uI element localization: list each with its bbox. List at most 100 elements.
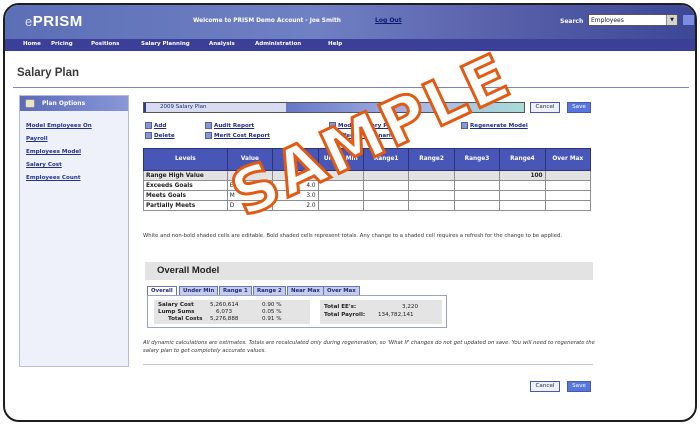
- stat-value: 5,276,888: [210, 316, 239, 322]
- col-header: Over Max: [544, 148, 592, 171]
- table-cell[interactable]: 100: [499, 170, 546, 181]
- table-cell[interactable]: [408, 200, 455, 211]
- table-cell[interactable]: [499, 200, 546, 211]
- table-cell: [544, 170, 592, 181]
- table-cell[interactable]: [362, 180, 410, 191]
- cancel-button[interactable]: Cancel: [530, 102, 560, 113]
- tab-range-2[interactable]: Range 2: [253, 286, 286, 295]
- stat-label: Total Costs: [168, 316, 203, 322]
- sidebar-item-salary-cost[interactable]: Salary Cost: [26, 162, 128, 168]
- main-nav: Home Pricing Positions Salary Planning A…: [5, 39, 695, 51]
- editing-note: White and non-bold shaded cells are edit…: [143, 233, 563, 239]
- stat-percent: 0.90 %: [262, 302, 282, 308]
- tab-range-1[interactable]: Range 1: [219, 286, 252, 295]
- table-row: Meets Goals M 3.0: [143, 190, 592, 201]
- nav-home[interactable]: Home: [23, 41, 41, 47]
- tab-under-min[interactable]: Under Min: [179, 286, 219, 295]
- nav-pricing[interactable]: Pricing: [51, 41, 73, 47]
- tab-overall[interactable]: Overall: [147, 286, 177, 295]
- nav-analysis[interactable]: Analysis: [209, 41, 235, 47]
- stat-percent: 0.91 %: [262, 316, 282, 322]
- table-cell: Range High Value: [143, 170, 228, 181]
- table-cell: Exceeds Goals: [143, 180, 228, 191]
- col-header: Levels: [143, 148, 228, 171]
- add-link[interactable]: Add: [145, 122, 166, 129]
- table-cell[interactable]: [544, 180, 592, 191]
- table-cell[interactable]: [408, 170, 455, 181]
- tab-near-max[interactable]: Near Max: [287, 286, 324, 295]
- report-icon: [205, 132, 212, 139]
- welcome-text: Welcome to PRISM Demo Account - Joe Smit…: [193, 18, 341, 24]
- nav-administration[interactable]: Administration: [255, 41, 301, 47]
- stat-value: 5,260,614: [210, 302, 239, 308]
- page-title: Salary Plan: [17, 67, 80, 79]
- table-row: Exceeds Goals E 4.0: [143, 180, 592, 191]
- table-cell[interactable]: [453, 190, 501, 201]
- total-value: 3,220: [402, 304, 419, 310]
- table-cell[interactable]: [317, 200, 364, 211]
- sidebar-header: Plan Options: [20, 96, 128, 111]
- table-cell[interactable]: [362, 190, 410, 201]
- table-cell[interactable]: [362, 200, 410, 211]
- search-label: Search: [560, 18, 584, 25]
- save-button[interactable]: Save: [567, 102, 591, 113]
- window-frame: ePRISM Welcome to PRISM Demo Account - J…: [3, 3, 697, 422]
- stat-percent: 0.05 %: [262, 309, 282, 315]
- save-button-bottom[interactable]: Save: [567, 381, 591, 392]
- table-cell[interactable]: [499, 180, 546, 191]
- table-cell[interactable]: [408, 180, 455, 191]
- sidebar-item-model-employees[interactable]: Model Employees On: [26, 123, 128, 129]
- table-cell: Partially Meets: [143, 200, 228, 211]
- app-logo[interactable]: ePRISM: [25, 13, 83, 30]
- stat-label: Salary Cost: [158, 302, 194, 308]
- nav-positions[interactable]: Positions: [91, 41, 119, 47]
- cost-stats: Salary Cost 5,260,614 0.90 % Lump Sums 6…: [154, 300, 310, 324]
- search-go-button[interactable]: [682, 14, 695, 26]
- plan-name: 2009 Salary Plan: [146, 103, 286, 112]
- overall-model-header: Overall Model: [145, 262, 593, 280]
- table-cell[interactable]: [544, 200, 592, 211]
- overall-model-title: Overall Model: [157, 265, 220, 276]
- table-cell[interactable]: [544, 190, 592, 201]
- add-icon: [145, 122, 152, 129]
- table-row: Partially Meets D 2.0: [143, 200, 592, 211]
- footer-divider: [143, 364, 593, 365]
- audit-report-link[interactable]: Audit Report: [205, 122, 254, 129]
- app-header: ePRISM Welcome to PRISM Demo Account - J…: [5, 5, 695, 39]
- search-select-value: Employees: [591, 17, 624, 24]
- table-cell[interactable]: [453, 180, 501, 191]
- report-icon: [205, 122, 212, 129]
- table-cell[interactable]: [453, 170, 501, 181]
- folder-icon: [25, 99, 35, 108]
- sidebar-header-label: Plan Options: [42, 100, 86, 107]
- total-value: 134,782,141: [378, 312, 414, 318]
- delete-link[interactable]: Delete: [145, 132, 175, 139]
- table-cell[interactable]: [499, 190, 546, 201]
- stat-value: 6,073: [216, 309, 233, 315]
- headcount-totals: Total EE's: 3,220 Total Payroll: 134,782…: [320, 300, 442, 324]
- sidebar: Plan Options Model Employees On Payroll …: [19, 95, 129, 367]
- cancel-button-bottom[interactable]: Cancel: [530, 381, 560, 392]
- chevron-down-icon: ▼: [666, 15, 677, 25]
- merit-cost-report-link[interactable]: Merit Cost Report: [205, 132, 270, 139]
- col-header: Range3: [453, 148, 501, 171]
- total-label: Total EE's:: [324, 304, 357, 310]
- col-header: Range4: [499, 148, 546, 171]
- tab-over-max[interactable]: Over Max: [323, 286, 360, 295]
- total-label: Total Payroll:: [324, 312, 366, 318]
- table-cell[interactable]: [453, 200, 501, 211]
- table-cell: Meets Goals: [143, 190, 228, 201]
- sidebar-item-payroll[interactable]: Payroll: [26, 136, 128, 142]
- disclaimer-text: All dynamic calculations are estimates. …: [143, 340, 595, 354]
- logout-link[interactable]: Log Out: [375, 17, 402, 24]
- nav-help[interactable]: Help: [328, 41, 342, 47]
- sidebar-item-employees-count[interactable]: Employees Count: [26, 175, 128, 181]
- delete-icon: [145, 132, 152, 139]
- search-select[interactable]: Employees ▼: [588, 14, 678, 26]
- stat-label: Lump Sums: [158, 309, 195, 315]
- table-cell[interactable]: [408, 190, 455, 201]
- title-divider: [13, 87, 689, 88]
- sidebar-item-employees-model[interactable]: Employees Model: [26, 149, 128, 155]
- nav-salary-planning[interactable]: Salary Planning: [141, 41, 190, 47]
- overall-summary-panel: Salary Cost 5,260,614 0.90 % Lump Sums 6…: [147, 295, 447, 328]
